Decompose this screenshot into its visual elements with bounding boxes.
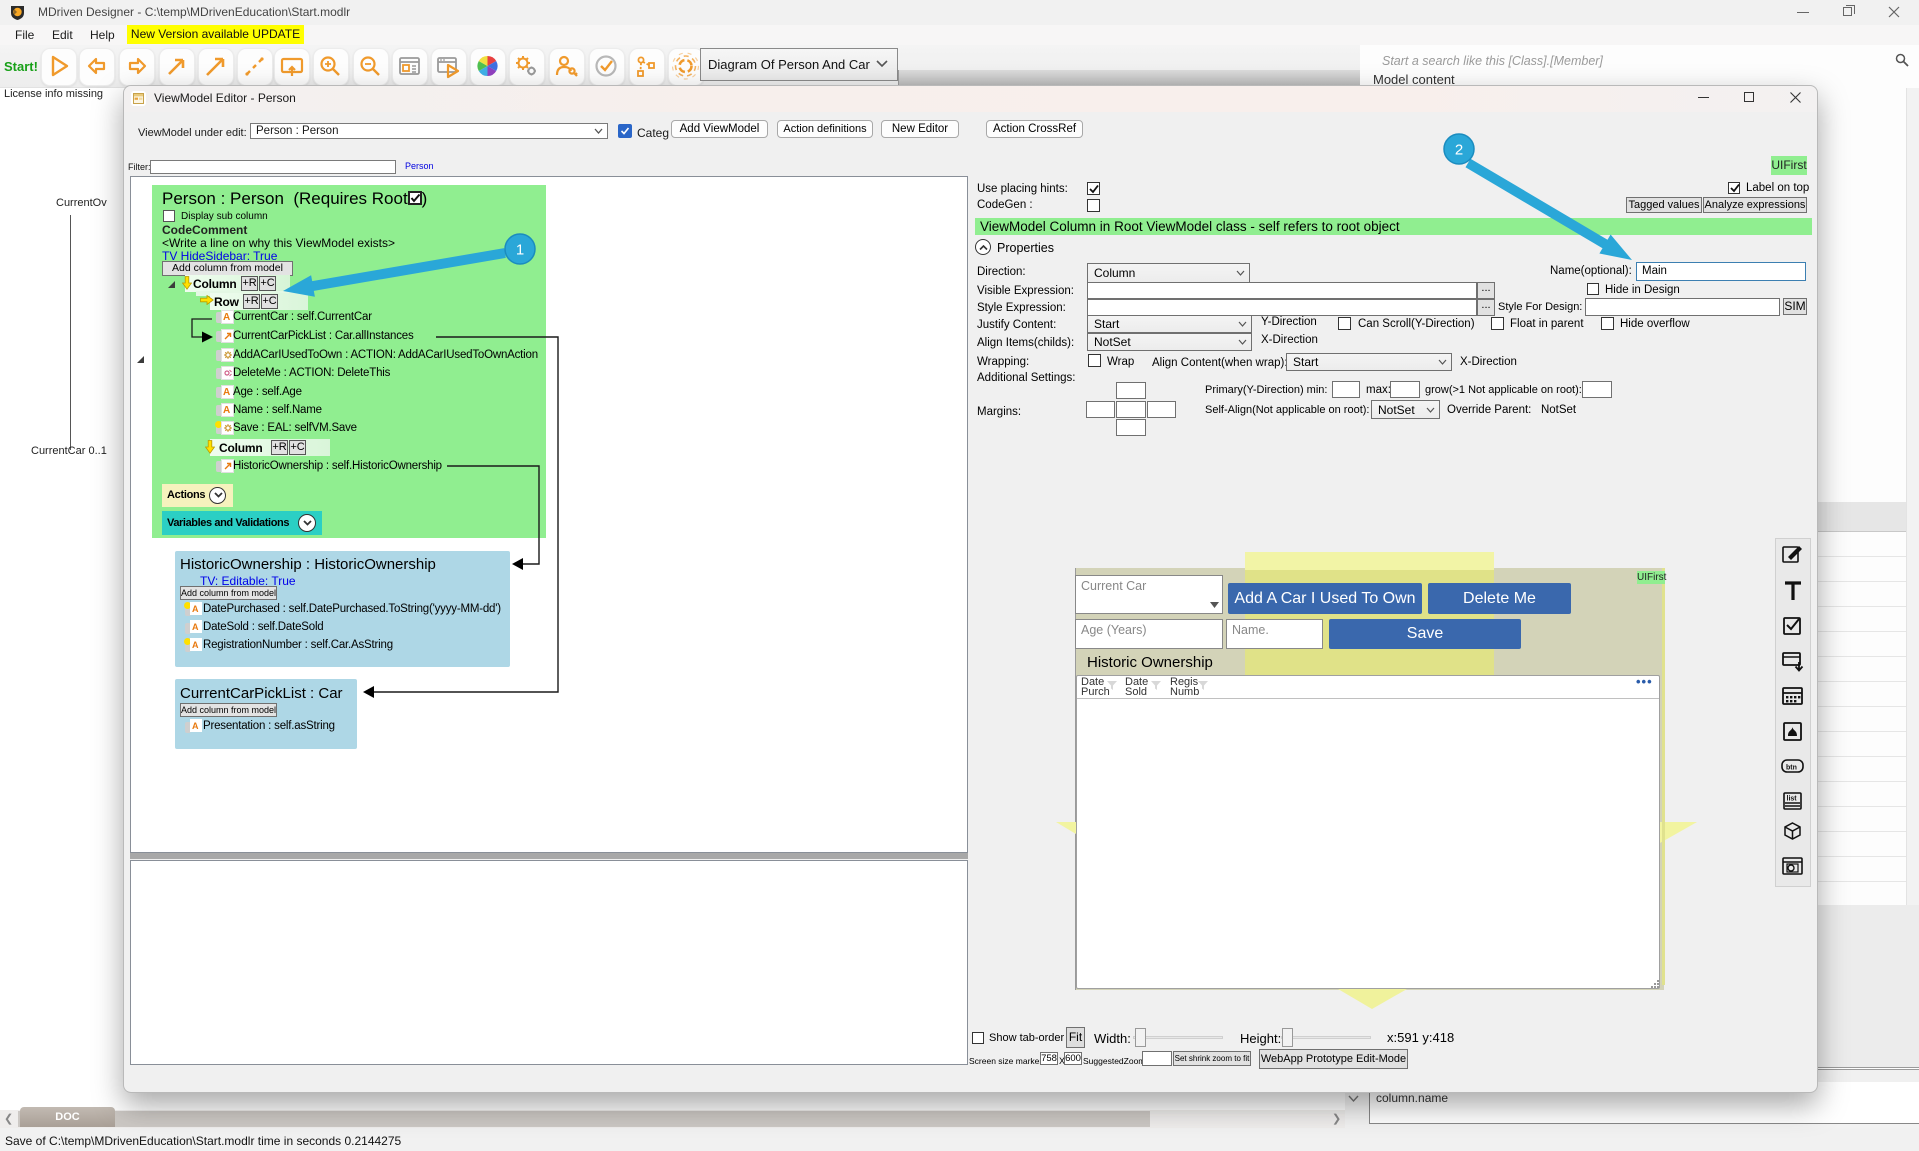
svg-text:1: 1: [516, 242, 524, 259]
svg-text:btn: btn: [1786, 765, 1797, 772]
svg-text:list: list: [1787, 796, 1798, 803]
svg-text:2: 2: [1455, 142, 1463, 159]
